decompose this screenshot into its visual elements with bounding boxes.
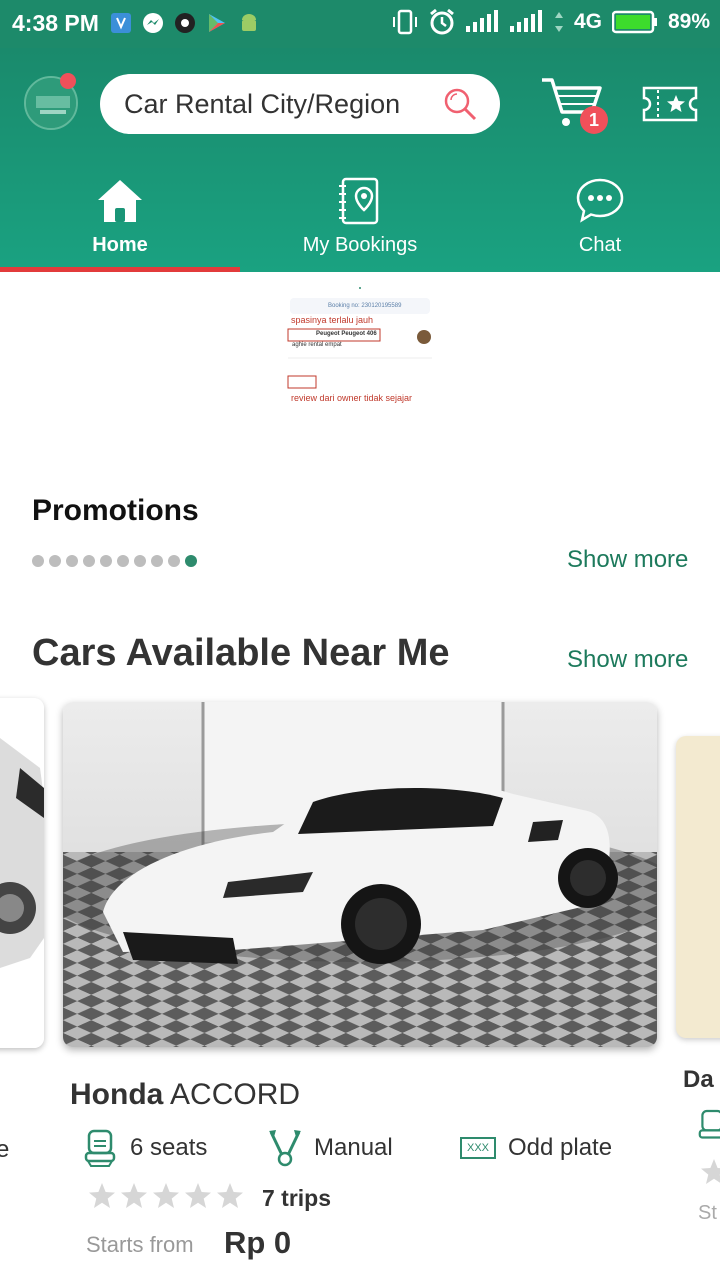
car-card-previous[interactable] bbox=[0, 698, 44, 1048]
starts-from-label: Starts from bbox=[86, 1232, 194, 1257]
search-input[interactable]: Car Rental City/Region bbox=[124, 89, 400, 120]
home-icon bbox=[98, 180, 142, 222]
signal-icon-2 bbox=[509, 10, 542, 32]
notification-icons bbox=[110, 12, 260, 34]
car-transmission: Manual bbox=[268, 1128, 393, 1168]
data-arrows-icon bbox=[554, 12, 563, 32]
status-time: 4:38 PM bbox=[12, 10, 99, 36]
messenger-icon bbox=[143, 13, 163, 33]
battery-percentage: 89% bbox=[667, 10, 710, 33]
promotions-show-more-link[interactable]: Show more bbox=[567, 546, 688, 574]
gear-shift-icon bbox=[269, 1130, 301, 1167]
car-transmission-label: Manual bbox=[314, 1134, 393, 1161]
active-tab-indicator bbox=[0, 267, 240, 272]
car-photo-previous-icon bbox=[0, 698, 44, 1048]
car-price: Rp 0 bbox=[224, 1225, 292, 1260]
android-icon bbox=[242, 14, 256, 31]
app-root: 4:38 PM 4G 89% Car Rental City/Region 1 … bbox=[0, 0, 720, 1280]
pagination-dot[interactable] bbox=[134, 555, 146, 567]
star-icon bbox=[217, 1183, 243, 1208]
app-notification-icon bbox=[111, 13, 131, 33]
car-seats: 6 seats bbox=[84, 1128, 207, 1168]
pagination-dot[interactable] bbox=[83, 555, 95, 567]
play-store-icon bbox=[209, 14, 225, 32]
seat-icon bbox=[84, 1129, 116, 1167]
alarm-icon bbox=[430, 8, 454, 35]
video-icon bbox=[175, 13, 195, 33]
pagination-dot[interactable] bbox=[117, 555, 129, 567]
app-header: Car Rental City/Region 1 Home My Booking… bbox=[0, 48, 720, 272]
pagination-dot[interactable] bbox=[66, 555, 78, 567]
car-trips: 7 trips bbox=[262, 1185, 332, 1211]
tab-chat-label: Chat bbox=[578, 234, 622, 256]
status-bar: 4:38 PM 4G 89% bbox=[0, 0, 720, 48]
bookings-icon bbox=[339, 177, 379, 225]
car-title: Honda ACCORD bbox=[70, 1078, 300, 1112]
car-card-next[interactable] bbox=[676, 736, 720, 1038]
next-car-price-peek: St bbox=[698, 1202, 717, 1224]
cart-badge: 1 bbox=[580, 106, 608, 134]
star-icon bbox=[121, 1183, 147, 1208]
search-bar[interactable]: Car Rental City/Region bbox=[100, 74, 500, 134]
car-photo-icon bbox=[63, 702, 657, 1047]
next-car-seat-icon bbox=[698, 1109, 720, 1139]
pagination-dot[interactable] bbox=[151, 555, 163, 567]
pagination-dot[interactable] bbox=[100, 555, 112, 567]
car-model: ACCORD bbox=[170, 1078, 301, 1111]
tab-chat[interactable]: Chat bbox=[480, 168, 720, 272]
pagination-dot[interactable] bbox=[32, 555, 44, 567]
cars-section-title: Cars Available Near Me bbox=[32, 632, 450, 674]
pagination-dot[interactable] bbox=[168, 555, 180, 567]
pagination-dot[interactable] bbox=[49, 555, 61, 567]
pagination-dot[interactable] bbox=[185, 555, 197, 567]
cars-show-more-link[interactable]: Show more bbox=[567, 646, 688, 674]
tab-home[interactable]: Home bbox=[0, 168, 240, 272]
banner-owner: aghie rental empat bbox=[292, 342, 342, 348]
notification-dot bbox=[60, 73, 76, 89]
car-plate: XXX Odd plate bbox=[460, 1128, 612, 1168]
system-icons: 4G 89% bbox=[392, 8, 710, 36]
next-car-star-icon bbox=[701, 1159, 720, 1184]
star-icon bbox=[185, 1183, 211, 1208]
banner-line-1: spasinya terlalu jauh bbox=[291, 315, 374, 325]
car-plate-label: Odd plate bbox=[508, 1134, 613, 1161]
next-car-title-peek: Da bbox=[683, 1066, 714, 1093]
signal-icon-1 bbox=[465, 10, 498, 32]
star-icon bbox=[153, 1183, 179, 1208]
car-rating bbox=[88, 1182, 244, 1210]
plate-badge: XXX bbox=[460, 1137, 496, 1159]
banner-booking-no: Booking no: 230120195589 bbox=[328, 303, 402, 309]
previous-car-spec-peek: e bbox=[0, 1136, 10, 1163]
banner-line-2: review dari owner tidak sejajar bbox=[291, 393, 413, 403]
main-tabs: Home My Bookings Chat bbox=[0, 168, 720, 272]
voucher-icon[interactable] bbox=[642, 84, 698, 124]
promotions-pagination[interactable] bbox=[32, 555, 197, 567]
battery-icon bbox=[611, 10, 657, 34]
car-brand: Honda bbox=[70, 1078, 164, 1111]
promo-banner-image[interactable]: Booking no: 230120195589 spasinya terlal… bbox=[284, 284, 436, 414]
tab-my-bookings[interactable]: My Bookings bbox=[240, 168, 480, 272]
chat-icon bbox=[576, 178, 624, 223]
tab-my-bookings-label: My Bookings bbox=[302, 234, 418, 256]
network-type: 4G bbox=[573, 10, 602, 33]
car-seats-label: 6 seats bbox=[130, 1134, 208, 1161]
promotions-title: Promotions bbox=[32, 494, 199, 527]
star-icon bbox=[89, 1183, 115, 1208]
car-card-main[interactable] bbox=[63, 702, 657, 1047]
banner-car-tag: Peugeot Peugeot 406 bbox=[316, 331, 377, 337]
search-icon[interactable] bbox=[442, 86, 478, 122]
tab-home-label: Home bbox=[92, 234, 148, 256]
vibrate-icon bbox=[392, 9, 417, 35]
